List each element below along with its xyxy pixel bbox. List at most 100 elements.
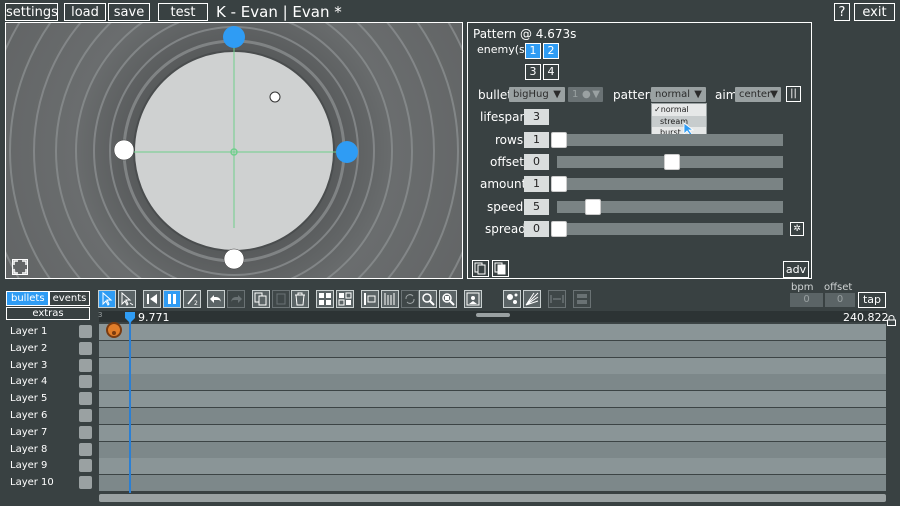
exit-button[interactable]: exit	[854, 3, 895, 21]
bullet-dropdown[interactable]: bigHug ▼	[509, 87, 565, 102]
preview-panel[interactable]	[5, 22, 463, 279]
bullet-sub-value: 1	[572, 89, 579, 100]
cursor-multi-icon	[121, 292, 134, 306]
save-button[interactable]: save	[108, 3, 150, 21]
help-button[interactable]: ?	[834, 3, 850, 21]
tab-extras[interactable]: extras	[6, 307, 90, 320]
speed-half-button[interactable]: 2	[183, 290, 201, 308]
layer-visibility-checkbox[interactable]	[79, 459, 92, 473]
snap-beats-button[interactable]	[381, 290, 399, 308]
spray-button[interactable]	[523, 290, 541, 308]
enemy-1-toggle[interactable]: 1	[525, 43, 541, 59]
zoom-fit-button[interactable]	[439, 290, 457, 308]
timeline-lane[interactable]	[99, 408, 886, 424]
timeline-lane[interactable]	[99, 441, 886, 458]
pattern-option-normal[interactable]: ✓normal	[652, 104, 706, 115]
spread-randomize-button[interactable]: ✲	[790, 222, 804, 236]
timeline-lane[interactable]	[99, 475, 886, 492]
amount-slider-knob[interactable]	[551, 176, 567, 192]
delete-button[interactable]	[291, 290, 309, 308]
enemy-3-marker	[113, 139, 135, 161]
copy-button[interactable]	[252, 290, 270, 308]
layer-visibility-checkbox[interactable]	[79, 358, 92, 372]
grid-snap-button[interactable]	[316, 290, 334, 308]
paste-pattern-button[interactable]	[492, 260, 509, 277]
amount-slider[interactable]	[557, 178, 783, 190]
undo-button[interactable]	[207, 290, 225, 308]
layer-visibility-checkbox[interactable]	[79, 442, 92, 456]
bpm-label: bpm	[791, 282, 814, 293]
advanced-button[interactable]: adv	[783, 261, 809, 278]
enemy-4-toggle[interactable]: 4	[543, 64, 559, 80]
paste-button[interactable]	[272, 290, 290, 308]
enemy-2-toggle[interactable]: 2	[543, 43, 559, 59]
offset-tempo-field[interactable]: 0	[825, 293, 855, 307]
lifespan-field[interactable]: 3	[524, 109, 549, 125]
lock-icon	[887, 315, 896, 326]
layer-visibility-checkbox[interactable]	[79, 375, 92, 389]
spread-field[interactable]: 0	[524, 221, 549, 237]
copy-pattern-button[interactable]	[472, 260, 489, 277]
select-tool-button[interactable]	[98, 290, 116, 308]
pause-button[interactable]	[163, 290, 181, 308]
rows-slider-knob[interactable]	[551, 132, 567, 148]
spread-slider[interactable]	[557, 223, 783, 235]
pattern-dropdown[interactable]: normal ▼	[651, 87, 706, 102]
image-button[interactable]	[464, 290, 482, 308]
loop-button[interactable]	[401, 290, 419, 308]
chevron-down-icon: ▼	[770, 89, 778, 100]
spread-slider-knob[interactable]	[551, 221, 567, 237]
load-button[interactable]: load	[64, 3, 106, 21]
zoom-in-button[interactable]	[419, 290, 437, 308]
snap-left-button[interactable]	[361, 290, 379, 308]
pattern-option-stream[interactable]: stream	[652, 116, 706, 127]
aim-dropdown[interactable]: center ▼	[735, 87, 781, 102]
timeline-lane[interactable]	[99, 458, 886, 475]
layer-visibility-checkbox[interactable]	[79, 409, 92, 422]
fullscreen-button[interactable]	[12, 259, 28, 275]
playhead-line[interactable]	[129, 318, 131, 493]
tab-bullets[interactable]: bullets	[6, 291, 49, 306]
timeline-lane[interactable]	[99, 424, 886, 441]
timeline-lane[interactable]	[99, 340, 886, 357]
tab-extras-label: extras	[32, 308, 64, 319]
layer-visibility-checkbox[interactable]	[79, 325, 92, 338]
timeline-horizontal-scrollbar[interactable]	[99, 494, 886, 502]
jump-start-button[interactable]	[143, 290, 161, 308]
test-button[interactable]: test	[158, 3, 208, 21]
tap-button[interactable]: tap	[858, 292, 886, 308]
move-button[interactable]	[573, 290, 591, 308]
timeline-scroll-handle[interactable]	[476, 313, 510, 317]
layer-visibility-checkbox[interactable]	[79, 392, 92, 406]
speed-field[interactable]: 5	[524, 199, 549, 215]
timeline-lane[interactable]	[99, 324, 886, 340]
layer-label: Layer 8	[10, 443, 48, 455]
rows-field[interactable]: 1	[524, 132, 549, 148]
rows-slider[interactable]	[557, 134, 783, 146]
tab-events[interactable]: events	[49, 291, 90, 306]
layer-visibility-checkbox[interactable]	[79, 476, 92, 490]
aim-lock-button[interactable]: ||	[786, 86, 801, 102]
grid-config-button[interactable]	[336, 290, 354, 308]
multi-select-tool-button[interactable]	[118, 290, 136, 308]
amount-field[interactable]: 1	[524, 176, 549, 192]
offset-field[interactable]: 0	[524, 154, 549, 170]
enemy-3-toggle[interactable]: 3	[525, 64, 541, 80]
speed-slider-knob[interactable]	[584, 199, 601, 215]
timeline-lane[interactable]	[99, 374, 886, 391]
bullet-sub-dropdown[interactable]: 1 ● ▼	[568, 87, 603, 102]
offset-slider-knob[interactable]	[664, 154, 680, 170]
bullet-preview-button[interactable]	[503, 290, 521, 308]
timeline-lane[interactable]	[99, 391, 886, 408]
playhead-handle-icon[interactable]	[124, 311, 136, 323]
bpm-field[interactable]: 0	[790, 293, 823, 307]
redo-button[interactable]	[227, 290, 245, 308]
event-marker-icon[interactable]	[106, 322, 122, 338]
timeline-lane[interactable]	[99, 357, 886, 374]
player-marker	[269, 91, 281, 103]
layer-visibility-checkbox[interactable]	[79, 341, 92, 355]
lock-button[interactable]	[886, 311, 897, 326]
stretch-button[interactable]	[548, 290, 566, 308]
settings-button[interactable]: settings	[5, 3, 58, 21]
layer-visibility-checkbox[interactable]	[79, 425, 92, 439]
